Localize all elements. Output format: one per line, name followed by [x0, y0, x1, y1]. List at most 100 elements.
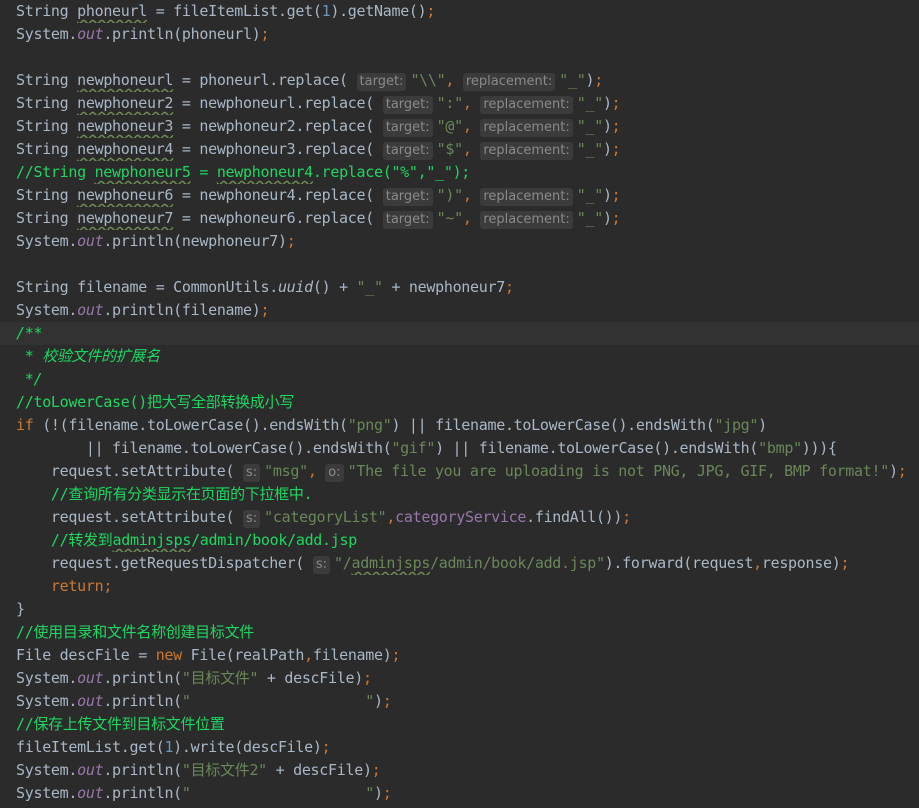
code-token: ) || filename.toLowerCase().endsWith( [435, 439, 759, 457]
code-line[interactable]: File descFile = new File(realPath,filena… [0, 644, 919, 667]
code-line[interactable]: String newphoneur3 = newphoneur2.replace… [0, 115, 919, 138]
keyword-token: if [16, 416, 43, 434]
code-token: System. [16, 25, 78, 43]
code-line[interactable]: || filename.toLowerCase().endsWith("gif"… [0, 437, 919, 460]
string-literal: "~" [436, 209, 464, 227]
code-line[interactable]: //使用目录和文件名称创建目标文件 [0, 621, 919, 644]
punctuation-token: ; [382, 692, 392, 710]
parameter-hint: target: [382, 96, 433, 114]
code-line[interactable]: request.setAttribute( s: "categoryList",c… [0, 506, 919, 529]
code-line[interactable]: } [0, 598, 919, 621]
parameter-hint: replacement: [480, 96, 573, 114]
code-line[interactable]: //保存上传文件到目标文件位置 [0, 713, 919, 736]
code-editor[interactable]: String phoneurl = fileItemList.get(1).ge… [0, 0, 919, 808]
code-token: request.setAttribute( [16, 462, 244, 480]
code-token: ) [602, 140, 612, 158]
code-line[interactable]: return; [0, 575, 919, 598]
code-line[interactable]: /** [0, 322, 919, 345]
code-line[interactable]: request.setAttribute( s: "msg", o: "The fi… [0, 460, 919, 483]
punctuation-token: , [304, 646, 313, 664]
code-comment: //String [16, 163, 95, 181]
punctuation-token: ; [594, 71, 603, 89]
code-line[interactable]: String newphoneur2 = newphoneurl.replace… [0, 92, 919, 115]
code-comment: //转发到 [16, 531, 113, 549]
code-line[interactable]: System.out.println("目标文件2" + descFile); [0, 759, 919, 782]
code-token: .println( [103, 692, 182, 710]
code-line[interactable]: //String newphoneur5 = newphoneur4.repla… [0, 161, 919, 184]
code-line[interactable]: * 校验文件的扩展名 [0, 345, 919, 368]
code-token: request.setAttribute( [16, 508, 244, 526]
code-token: System. [16, 669, 78, 687]
code-line[interactable] [0, 253, 919, 276]
punctuation-token: ; [840, 554, 850, 572]
code-token: ).write(descFile) [173, 738, 322, 756]
code-line[interactable]: fileItemList.get(1).write(descFile); [0, 736, 919, 759]
code-line[interactable]: String newphoneur7 = newphoneur6.replace… [0, 207, 919, 230]
punctuation-token: ; [382, 784, 392, 802]
variable-token: newphoneur6 [77, 186, 174, 204]
code-token: + newphoneur7 [382, 278, 505, 296]
code-line[interactable]: String newphoneurl = phoneurl.replace( t… [0, 69, 919, 92]
code-lines[interactable]: String phoneurl = fileItemList.get(1).ge… [0, 0, 919, 805]
code-token: ) [602, 186, 612, 204]
code-token: } [16, 600, 25, 618]
code-line[interactable]: String newphoneur6 = newphoneur4.replace… [0, 184, 919, 207]
string-literal: "_" [576, 117, 604, 135]
punctuation-token: , [462, 117, 481, 135]
code-line[interactable]: System.out.println(" "); [0, 782, 919, 805]
punctuation-token: ; [103, 577, 113, 595]
code-token: File(realPath [190, 646, 305, 664]
string-literal: /admin/book/add.jsp" [430, 554, 605, 572]
parameter-hint: replacement: [480, 188, 573, 206]
code-token: .println(newphoneur7) [103, 232, 287, 250]
code-line[interactable]: System.out.println(newphoneur7); [0, 230, 919, 253]
code-token: = newphoneur3.replace( [173, 140, 383, 158]
field-token: categoryService [395, 508, 527, 526]
code-token: = newphoneur6.replace( [173, 209, 383, 227]
code-line[interactable] [0, 46, 919, 69]
code-line[interactable]: String filename = CommonUtils.uuid() + "… [0, 276, 919, 299]
code-line[interactable]: System.out.println(filename); [0, 299, 919, 322]
code-token: .println( [103, 784, 182, 802]
code-comment: //toLowerCase()把大写全部转换成小写 [16, 393, 294, 411]
code-token: = newphoneurl.replace( [173, 94, 383, 112]
punctuation-token: , [386, 508, 396, 526]
code-line[interactable]: System.out.println("目标文件" + descFile); [0, 667, 919, 690]
string-literal: "categoryList" [264, 508, 387, 526]
code-line[interactable]: //toLowerCase()把大写全部转换成小写 [0, 391, 919, 414]
code-line[interactable]: //转发到adminjsps/admin/book/add.jsp [0, 529, 919, 552]
number-literal: 1 [164, 738, 174, 756]
parameter-hint: target: [356, 73, 407, 91]
code-comment: //保存上传文件到目标文件位置 [16, 715, 225, 733]
code-token: || filename.toLowerCase().endsWith( [16, 439, 392, 457]
punctuation-token: , [462, 140, 481, 158]
code-token: String [16, 94, 78, 112]
parameter-hint: replacement: [462, 73, 556, 91]
punctuation-token: ; [391, 646, 401, 664]
code-line[interactable]: System.out.println(" "); [0, 690, 919, 713]
keyword-token: return [16, 577, 104, 595]
string-literal: ")" [436, 186, 464, 204]
punctuation-token: ; [260, 25, 270, 43]
code-line[interactable]: String phoneurl = fileItemList.get(1).ge… [0, 0, 919, 23]
code-comment: adminjsps [112, 531, 192, 549]
code-token: = fileItemList.get( [146, 2, 322, 20]
code-line[interactable]: if (!(filename.toLowerCase().endsWith("p… [0, 414, 919, 437]
code-line[interactable]: System.out.println(phoneurl); [0, 23, 919, 46]
code-token: String filename = CommonUtils. [16, 278, 278, 296]
string-literal: "@" [436, 117, 464, 135]
punctuation-token: ; [611, 209, 621, 227]
code-line[interactable]: request.getRequestDispatcher( s: "/adminj… [0, 552, 919, 575]
field-token: out [77, 232, 104, 250]
string-literal: "_" [576, 140, 604, 158]
code-token: ) [373, 692, 383, 710]
parameter-hint: replacement: [480, 142, 573, 160]
code-line[interactable]: //查询所有分类显示在页面的下拉框中. [0, 483, 919, 506]
code-token: String [16, 117, 78, 135]
code-line[interactable]: */ [0, 368, 919, 391]
code-token: filename) [312, 646, 392, 664]
code-token: ).forward(request [604, 554, 754, 572]
code-token: + descFile) [266, 761, 372, 779]
code-token: System. [16, 301, 78, 319]
code-line[interactable]: String newphoneur4 = newphoneur3.replace… [0, 138, 919, 161]
